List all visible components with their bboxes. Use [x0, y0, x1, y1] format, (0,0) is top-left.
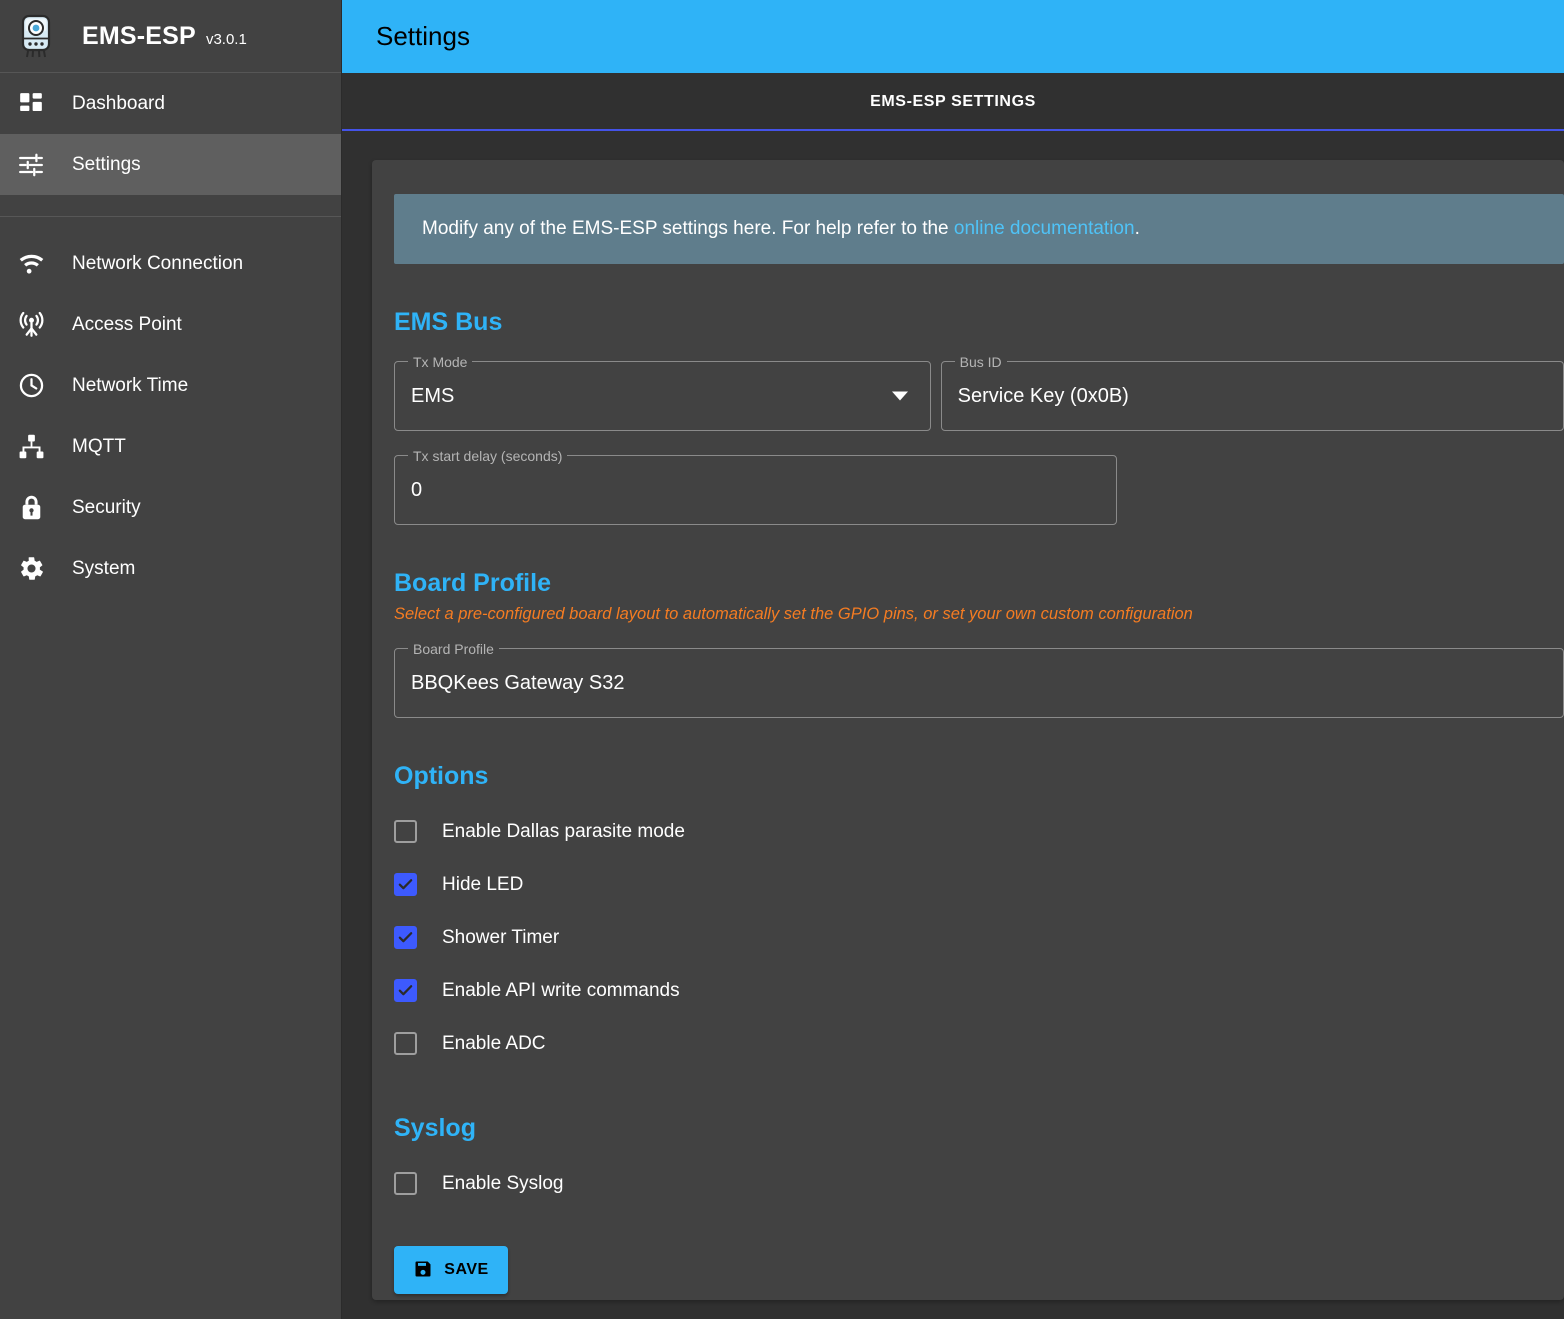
brand-version: v3.0.1 [205, 30, 247, 48]
checkbox-label: Shower Timer [442, 926, 560, 948]
sidebar-item-label: System [72, 557, 136, 579]
banner-text-before: Modify any of the EMS-ESP settings here.… [422, 218, 954, 239]
sidebar-divider [0, 216, 341, 217]
page-title: Settings [376, 21, 470, 51]
tx-start-delay-value: 0 [411, 478, 423, 501]
board-profile-label: Board Profile [408, 640, 499, 658]
chevron-down-icon[interactable] [891, 391, 908, 401]
checkbox-row-hide-led[interactable]: Hide LED [394, 858, 1564, 911]
tx-mode-value: EMS [411, 384, 455, 407]
tx-mode-select[interactable]: Tx Mode EMS [394, 353, 931, 431]
sidebar-item-label: Dashboard [72, 92, 165, 114]
sidebar-item-label: MQTT [72, 435, 126, 457]
clock-icon [3, 372, 59, 399]
syslog-checkbox-list: Enable Syslog [372, 1157, 1564, 1210]
board-profile-value: BBQKees Gateway S32 [411, 671, 625, 694]
tx-start-delay-input[interactable]: Tx start delay (seconds) 0 [394, 447, 1117, 525]
checkbox-label: Enable ADC [442, 1032, 546, 1054]
ems-bus-field-row: Tx Mode EMS Bus ID Service Key (0x0B) [394, 353, 1564, 431]
board-profile-field-row: Board Profile BBQKees Gateway S32 [394, 640, 1564, 718]
wifi-icon [3, 250, 59, 277]
section-title-options: Options [394, 762, 489, 790]
brand-header: EMS-ESP v3.0.1 [0, 0, 341, 73]
save-button[interactable]: SAVE [394, 1246, 508, 1294]
brand-title: EMS-ESP [82, 21, 196, 50]
sidebar-item-network-time[interactable]: Network Time [0, 355, 341, 416]
checkbox-hide-led[interactable] [394, 873, 417, 896]
section-title-syslog: Syslog [394, 1114, 476, 1142]
tx-delay-field-row: Tx start delay (seconds) 0 [394, 447, 1564, 525]
check-icon [398, 932, 413, 943]
gear-icon [3, 555, 59, 582]
sidebar-item-mqtt[interactable]: MQTT [0, 416, 341, 477]
sidebar-item-settings[interactable]: Settings [0, 134, 341, 195]
checkbox-label: Enable Syslog [442, 1172, 564, 1194]
section-title-board-profile: Board Profile [394, 569, 551, 597]
checkbox-row-api-write[interactable]: Enable API write commands [394, 964, 1564, 1017]
checkbox-row-dallas-parasite[interactable]: Enable Dallas parasite mode [394, 805, 1564, 858]
checkbox-label: Hide LED [442, 873, 524, 895]
sidebar-item-network-connection[interactable]: Network Connection [0, 233, 341, 294]
floppy-disk-icon [413, 1259, 433, 1282]
checkbox-label: Enable API write commands [442, 979, 680, 1001]
sidebar-item-label: Network Connection [72, 252, 244, 274]
sidebar-item-system[interactable]: System [0, 538, 341, 599]
board-profile-select[interactable]: Board Profile BBQKees Gateway S32 [394, 640, 1564, 718]
checkbox-dallas-parasite[interactable] [394, 820, 417, 843]
tab-ems-esp-settings[interactable]: EMS-ESP SETTINGS [854, 93, 1052, 111]
banner-text-after: . [1134, 218, 1140, 239]
save-button-label: SAVE [444, 1261, 489, 1278]
settings-paper: Modify any of the EMS-ESP settings here.… [372, 160, 1564, 1300]
tx-start-delay-label: Tx start delay (seconds) [408, 447, 568, 465]
checkbox-row-shower-timer[interactable]: Shower Timer [394, 911, 1564, 964]
main-area: Settings EMS-ESP SETTINGS Modify any of … [342, 0, 1564, 1319]
tab-indicator [342, 129, 1564, 131]
content-scroll: Modify any of the EMS-ESP settings here.… [342, 131, 1564, 1319]
sidebar-nav: Dashboard Settings Network Connection Ac… [0, 73, 341, 599]
section-title-ems-bus: EMS Bus [394, 308, 503, 336]
bus-id-label: Bus ID [954, 353, 1007, 371]
check-icon [398, 985, 413, 996]
checkbox-enable-adc[interactable] [394, 1032, 417, 1055]
sidebar-item-access-point[interactable]: Access Point [0, 294, 341, 355]
online-documentation-link[interactable]: online documentation [954, 218, 1135, 239]
bus-id-value: Service Key (0x0B) [957, 384, 1129, 407]
checkbox-enable-syslog[interactable] [394, 1172, 417, 1195]
sidebar-item-label: Access Point [72, 313, 182, 335]
sliders-icon [3, 152, 59, 178]
sidebar-item-label: Settings [72, 153, 141, 175]
tab-bar: EMS-ESP SETTINGS [342, 73, 1564, 131]
app-bar: Settings [342, 0, 1564, 73]
sidebar-item-label: Network Time [72, 374, 189, 396]
boiler-icon [14, 11, 58, 61]
access-point-icon [3, 311, 59, 338]
board-profile-description: Select a pre-configured board layout to … [394, 605, 1193, 623]
lock-icon [3, 494, 59, 521]
dashboard-icon [3, 91, 59, 117]
app-root: EMS-ESP v3.0.1 Dashboard Settings Networ… [0, 0, 1564, 1319]
checkbox-api-write-commands[interactable] [394, 979, 417, 1002]
sidebar-item-security[interactable]: Security [0, 477, 341, 538]
check-icon [398, 879, 413, 890]
info-banner: Modify any of the EMS-ESP settings here.… [394, 194, 1564, 264]
options-checkbox-list: Enable Dallas parasite mode Hide LED Sho… [372, 805, 1564, 1070]
sidebar-item-label: Security [72, 496, 141, 518]
bus-id-select[interactable]: Bus ID Service Key (0x0B) [940, 353, 1564, 431]
checkbox-row-enable-adc[interactable]: Enable ADC [394, 1017, 1564, 1070]
sidebar: EMS-ESP v3.0.1 Dashboard Settings Networ… [0, 0, 342, 1319]
checkbox-row-enable-syslog[interactable]: Enable Syslog [394, 1157, 1564, 1210]
tx-mode-label: Tx Mode [408, 353, 473, 371]
checkbox-label: Enable Dallas parasite mode [442, 820, 685, 842]
checkbox-shower-timer[interactable] [394, 926, 417, 949]
sitemap-icon [3, 433, 59, 460]
sidebar-item-dashboard[interactable]: Dashboard [0, 73, 341, 134]
